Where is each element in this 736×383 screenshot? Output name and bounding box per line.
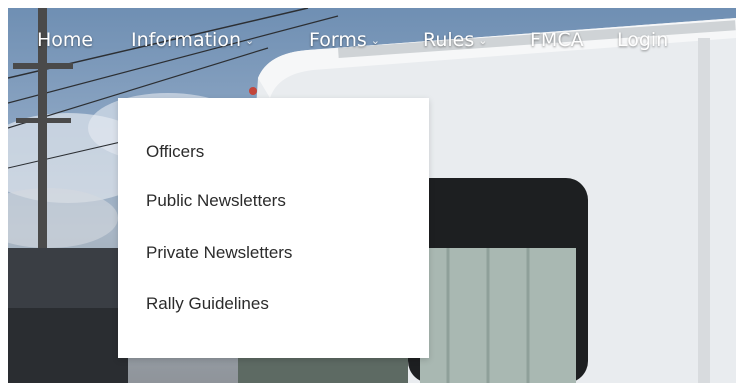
dropdown-item-public-newsletters[interactable]: Public Newsletters: [146, 189, 286, 213]
nav-rules-label: Rules: [423, 29, 475, 51]
nav-information[interactable]: Information ⌄: [131, 26, 254, 54]
chevron-down-icon: ⌄: [244, 34, 255, 47]
nav-rules[interactable]: Rules ⌄: [423, 26, 487, 54]
nav-fmca-label: FMCA: [530, 29, 584, 51]
chevron-down-icon: ⌄: [370, 34, 380, 47]
main-navigation: Home Information ⌄ Forms ⌄ Rules ⌄ FMCA Log…: [0, 26, 736, 54]
nav-forms-label: Forms: [309, 29, 367, 51]
chevron-down-icon: ⌄: [478, 34, 488, 47]
dropdown-item-rally-guidelines[interactable]: Rally Guidelines: [146, 292, 269, 316]
nav-home[interactable]: Home: [37, 26, 93, 54]
page: Home Information ⌄ Forms ⌄ Rules ⌄ FMCA Log…: [0, 0, 736, 383]
nav-home-label: Home: [37, 29, 94, 51]
dropdown-item-officers[interactable]: Officers: [146, 140, 204, 164]
information-dropdown-menu: Officers Public Newsletters Private News…: [118, 98, 429, 358]
dropdown-item-private-newsletters[interactable]: Private Newsletters: [146, 241, 292, 265]
nav-login-label: Login: [617, 29, 669, 51]
nav-fmca[interactable]: FMCA: [530, 26, 584, 54]
nav-login[interactable]: Login: [617, 26, 668, 54]
nav-forms[interactable]: Forms ⌄: [309, 26, 380, 54]
nav-information-label: Information: [131, 29, 241, 51]
